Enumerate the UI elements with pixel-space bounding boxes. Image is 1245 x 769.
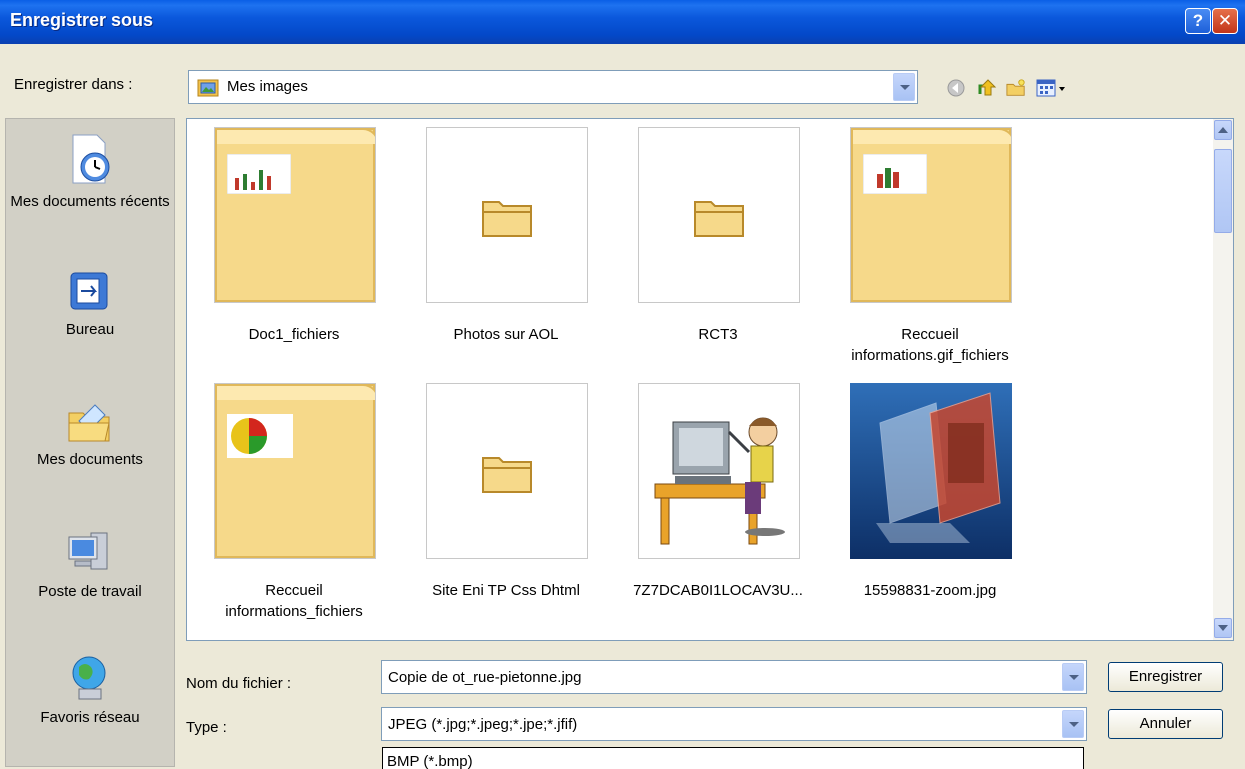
file-name: Doc1_fichiers [248,326,340,343]
scroll-down-button[interactable] [1214,618,1232,638]
scroll-up-button[interactable] [1214,120,1232,140]
new-folder-icon[interactable] [1006,78,1026,98]
filename-dropdown-arrow[interactable] [1062,663,1084,691]
help-button[interactable]: ? [1185,8,1211,34]
places-bar: Mes documents récents Bureau Mes documen… [5,118,175,767]
image-thumbnail [850,383,1012,559]
file-tile[interactable]: 15598831-zoom.jpg [840,383,1020,613]
folder-thumbnail [214,127,376,303]
place-label: Favoris réseau [40,709,140,726]
file-tile[interactable]: RCT3 [628,127,808,357]
computer-cartoon-image-icon [654,417,785,545]
file-tile[interactable]: 7Z7DCAB0I1LOCAV3U... [628,383,808,613]
file-name: 15598831-zoom.jpg [863,582,997,599]
file-name: Reccueil informations_fichiers [225,582,363,620]
filename-input[interactable]: Copie de ot_rue-pietonne.jpg [381,660,1087,694]
place-network[interactable]: Favoris réseau [6,653,174,726]
folder-icon [215,384,375,558]
file-name: Reccueil informations.gif_fichiers [851,326,1009,364]
save-button[interactable]: Enregistrer [1108,662,1223,692]
save-in-dropdown-arrow[interactable] [893,73,915,101]
place-recent-documents[interactable]: Mes documents récents [6,133,174,210]
filetype-dropdown-arrow[interactable] [1062,710,1084,738]
folder-icon [694,201,744,237]
file-tile[interactable]: Site Eni TP Css Dhtml [416,383,596,613]
network-places-icon [72,656,106,700]
file-name: 7Z7DCAB0I1LOCAV3U... [633,582,803,599]
cancel-button[interactable]: Annuler [1108,709,1223,739]
file-tile[interactable]: Reccueil informations.gif_fichiers [840,127,1020,364]
image-thumbnail [638,383,800,559]
file-name: RCT3 [698,326,738,343]
desktop-icon [70,272,108,310]
save-as-dialog: Enregistrer sous ? ✕ Enregistrer dans : … [0,0,1245,769]
filetype-value: JPEG (*.jpg;*.jpeg;*.jpe;*.jfif) [388,716,578,733]
chevron-down-icon [1218,625,1228,631]
filetype-option[interactable]: BMP (*.bmp) [387,753,473,769]
filename-label: Nom du fichier : [186,675,292,692]
file-tile[interactable]: Photos sur AOL [416,127,596,357]
filetype-select[interactable]: JPEG (*.jpg;*.jpeg;*.jpe;*.jfif) [381,707,1087,741]
place-label: Mes documents [37,451,143,468]
my-pictures-icon [197,79,219,97]
place-label: Mes documents récents [10,193,170,210]
my-computer-icon [68,532,108,570]
window-title: Enregistrer sous [10,10,154,30]
file-tile[interactable]: Reccueil informations_fichiers [204,383,384,620]
filetype-dropdown-list[interactable]: BMP (*.bmp) [382,747,1084,769]
place-label: Bureau [65,321,115,338]
save-in-combo[interactable]: Mes images [188,70,918,104]
filetype-label: Type : [186,719,227,736]
folder-icon [851,128,1011,302]
chevron-up-icon [1218,127,1228,133]
folder-icon [482,201,532,237]
place-my-computer[interactable]: Poste de travail [6,527,174,600]
back-icon[interactable] [946,78,966,98]
save-in-label: Enregistrer dans : [14,76,133,93]
recent-documents-icon [72,134,110,184]
folder-icon [215,128,375,302]
views-menu-icon[interactable] [1036,78,1068,98]
place-my-documents[interactable]: Mes documents [6,399,174,468]
file-name: Photos sur AOL [453,326,559,343]
filename-value: Copie de ot_rue-pietonne.jpg [388,669,582,686]
folder-thumbnail [426,383,588,559]
file-tile[interactable]: Doc1_fichiers [204,127,384,357]
vertical-scrollbar[interactable] [1213,119,1233,640]
up-folder-icon[interactable] [978,78,998,98]
folder-thumbnail [638,127,800,303]
scroll-thumb[interactable] [1214,149,1232,233]
file-list[interactable]: Doc1_fichiers Photos sur AOL RCT3 Reccue… [186,118,1234,641]
folder-thumbnail [850,127,1012,303]
display-stand-photo-icon [850,383,1012,559]
bar-chart-preview-icon [227,154,291,194]
folder-thumbnail [426,127,588,303]
close-button[interactable]: ✕ [1212,8,1238,34]
place-label: Poste de travail [38,583,142,600]
title-bar[interactable]: Enregistrer sous ? ✕ [0,0,1245,44]
pie-chart-preview-icon [227,414,293,458]
my-documents-icon [68,404,110,442]
folder-icon [482,457,532,493]
bar-chart-preview-icon [863,154,927,194]
folder-thumbnail [214,383,376,559]
place-desktop[interactable]: Bureau [6,269,174,338]
save-in-value: Mes images [227,78,308,95]
file-name: Site Eni TP Css Dhtml [432,582,580,599]
